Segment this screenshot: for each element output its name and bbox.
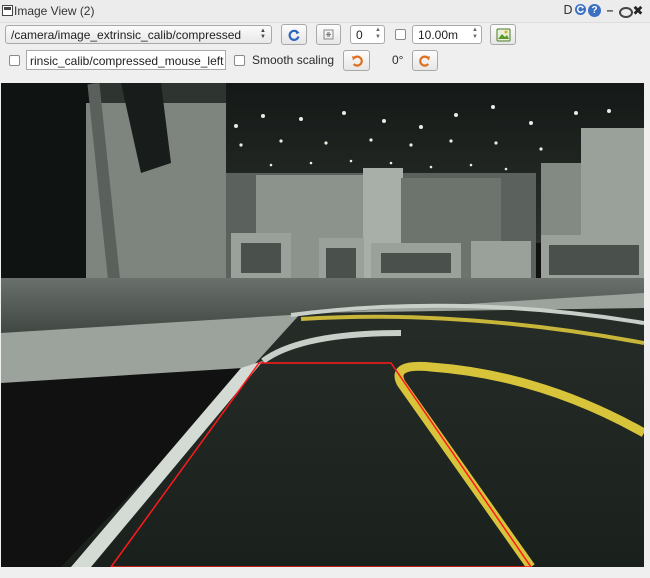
spin-arrows-icon[interactable]: ▲ ▼: [471, 27, 479, 41]
max-range-spinbox[interactable]: 10.00m ▲ ▼: [412, 25, 482, 44]
restore-icon[interactable]: [619, 7, 633, 18]
spin-arrows-icon[interactable]: ▲ ▼: [374, 27, 382, 41]
chevron-updown-icon: ▲ ▼: [260, 28, 266, 40]
help-icon[interactable]: ?: [588, 4, 601, 17]
dock-icon[interactable]: D: [562, 3, 574, 18]
mouse-topic-text: rinsic_calib/compressed_mouse_left: [30, 54, 224, 68]
mouse-publish-checkbox[interactable]: [9, 55, 20, 66]
minimize-icon[interactable]: –: [605, 3, 615, 18]
rotate-right-button[interactable]: [412, 50, 438, 71]
zoom-fit-button[interactable]: [316, 24, 341, 45]
bottom-strip: [0, 568, 650, 578]
rotation-label: 0°: [392, 53, 404, 67]
camera-image-view[interactable]: [1, 83, 644, 567]
close-icon[interactable]: ✖: [632, 3, 644, 18]
smooth-scaling-checkbox[interactable]: [234, 55, 245, 66]
title-bar: Image View (2) D ? – ✖: [0, 0, 650, 23]
mouse-topic-input[interactable]: rinsic_calib/compressed_mouse_left: [26, 50, 226, 70]
topic-select[interactable]: /camera/image_extrinsic_calib/compressed…: [5, 25, 272, 44]
max-range-checkbox[interactable]: [395, 29, 406, 40]
rotate-left-icon: [351, 55, 363, 67]
camera-frame: [1, 83, 644, 567]
window-icon: [2, 5, 13, 16]
save-image-button[interactable]: [490, 24, 516, 45]
topic-select-value: /camera/image_extrinsic_calib/compressed: [11, 28, 242, 42]
zoom-spinbox-value: 0: [356, 28, 363, 42]
smooth-scaling-label: Smooth scaling: [252, 53, 335, 67]
reload-icon[interactable]: [574, 3, 587, 18]
refresh-topics-button[interactable]: [281, 24, 307, 45]
rotate-left-button[interactable]: [343, 50, 370, 71]
refresh-icon: [288, 29, 300, 41]
zoom-fit-icon: [323, 29, 334, 40]
save-image-icon: [496, 28, 510, 41]
window-title: Image View (2): [14, 4, 95, 18]
zoom-spinbox[interactable]: 0 ▲ ▼: [350, 25, 385, 44]
rotate-right-icon: [419, 55, 430, 67]
max-range-value: 10.00m: [418, 28, 459, 42]
